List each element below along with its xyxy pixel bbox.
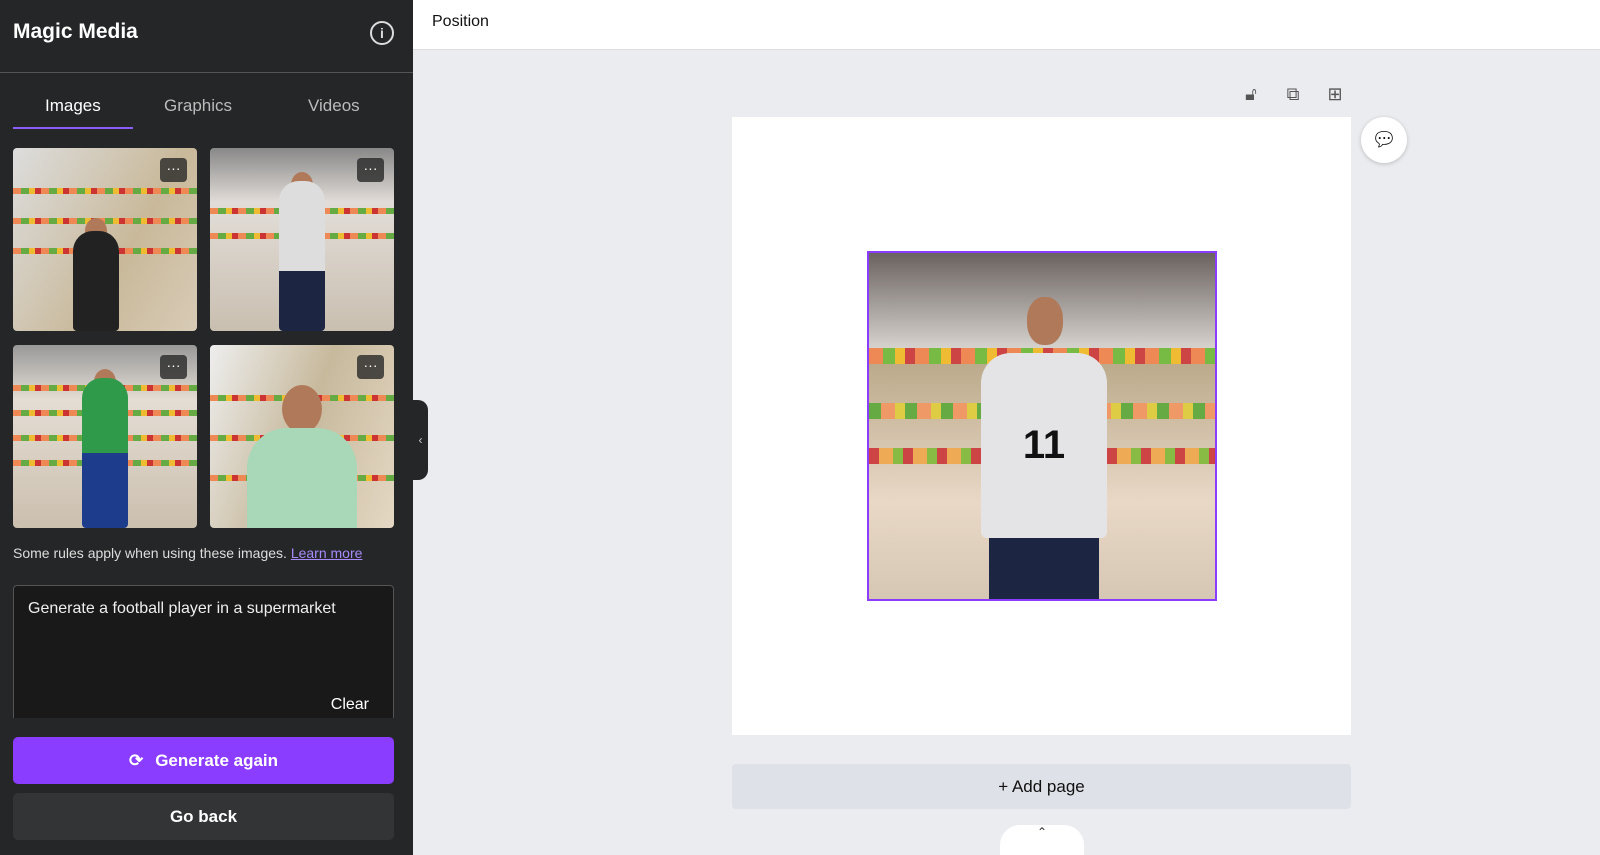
go-back-button[interactable]: Go back [13,793,394,840]
add-page-button[interactable]: + Add page [732,764,1351,809]
tab-videos[interactable]: Videos [308,96,360,116]
jersey-number: 11 [981,353,1107,538]
refresh-icon: ⟳ [128,751,144,770]
selected-image[interactable]: 11 [867,251,1217,601]
active-tab-indicator [13,127,133,129]
prompt-text: Generate a football player in a supermar… [28,600,336,617]
info-icon[interactable]: i [370,21,394,45]
lock-icon[interactable]: 🔓︎ [1240,84,1262,106]
panel-title: Magic Media [13,20,138,43]
generated-image-1[interactable]: ··· [13,148,197,331]
learn-more-link[interactable]: Learn more [291,545,363,561]
usage-rules-text: Some rules apply when using these images… [13,545,362,561]
collapse-panel-handle[interactable]: ‹ [413,400,428,480]
generated-image-3[interactable]: ··· [13,345,197,528]
divider [0,72,413,73]
magic-media-panel: Magic Media i Images Graphics Videos ···… [0,0,413,855]
generate-again-button[interactable]: ⟳ Generate again [13,737,394,784]
position-button[interactable]: Position [432,13,489,31]
duplicate-page-icon[interactable]: ⧉ [1282,84,1304,106]
more-options-button[interactable]: ··· [160,355,187,379]
tab-graphics[interactable]: Graphics [164,96,232,116]
generate-label: Generate again [155,751,279,770]
context-toolbar: Position [413,0,1600,50]
generated-image-4[interactable]: ··· [210,345,394,528]
more-options-button[interactable]: ··· [357,355,384,379]
clear-button[interactable]: Clear [331,696,369,714]
rules-text: Some rules apply when using these images… [13,545,287,561]
prompt-input[interactable]: Generate a football player in a supermar… [13,585,394,718]
more-options-button[interactable]: ··· [357,158,384,182]
generated-image-2[interactable]: ··· [210,148,394,331]
add-page-icon[interactable]: ⊞ [1324,84,1346,106]
add-comment-icon[interactable]: 💬︎ [1361,117,1407,163]
more-options-button[interactable]: ··· [160,158,187,182]
chevron-up-icon[interactable]: ⌃ [1000,825,1084,855]
tab-images[interactable]: Images [45,96,101,116]
